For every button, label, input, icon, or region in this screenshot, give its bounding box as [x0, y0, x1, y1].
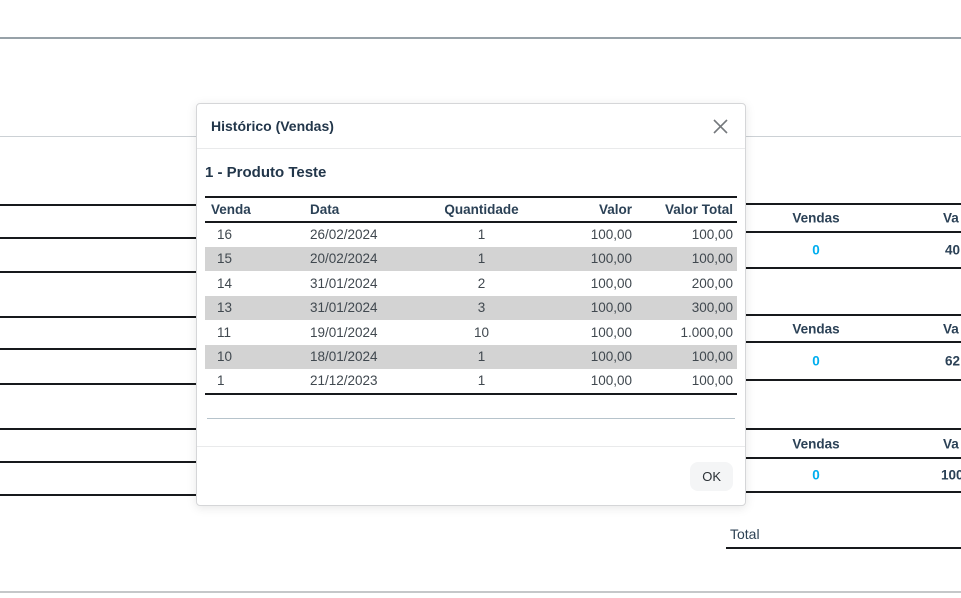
vendas-count-link[interactable]: 0: [746, 354, 886, 369]
background-header-row: Vendas Va: [746, 205, 961, 233]
table-cell: 100,00: [545, 247, 638, 272]
table-cell: 19/01/2024: [303, 320, 418, 345]
table-cell: 1: [418, 222, 545, 247]
table-cell: 100,00: [545, 345, 638, 370]
table-cell: 100,00: [638, 222, 737, 247]
table-cell: 10: [418, 320, 545, 345]
table-row-line: [0, 428, 196, 430]
table-cell: 100,00: [545, 320, 638, 345]
table-row: 1119/01/202410100,001.000,00: [205, 320, 737, 345]
table-cell: 2: [418, 271, 545, 296]
table-row-line: [0, 494, 196, 496]
top-divider: [0, 37, 961, 39]
vendas-column-header: Vendas: [746, 211, 886, 226]
table-row-line: [0, 237, 196, 239]
table-body: 1626/02/20241100,00100,001520/02/2024110…: [205, 222, 737, 394]
vendas-count-link[interactable]: 0: [746, 468, 886, 483]
column-header: Venda: [205, 197, 303, 222]
table-cell: 100,00: [545, 271, 638, 296]
background-header-row: Vendas Va: [746, 316, 961, 343]
column-header: Data: [303, 197, 418, 222]
table-cell: 100,00: [638, 345, 737, 370]
close-icon: [712, 118, 729, 135]
background-value-row: 0 100: [746, 459, 961, 491]
table-row: 1331/01/20243100,00300,00: [205, 296, 737, 321]
column-header: Valor: [545, 197, 638, 222]
screen: Vendas Va 0 40 Vendas Va 0 62 Vendas Va 0 100 Total…: [0, 0, 961, 598]
valor-column-header: Va: [943, 321, 959, 336]
valor-value: 62: [945, 354, 960, 369]
total-row: Total: [726, 523, 961, 549]
table-cell: 100,00: [638, 369, 737, 394]
table-cell: 31/01/2024: [303, 271, 418, 296]
table-cell: 100,00: [545, 369, 638, 394]
valor-value: 40: [945, 243, 960, 258]
table-cell: 1: [418, 369, 545, 394]
table-cell: 1.000,00: [638, 320, 737, 345]
product-title: 1 - Produto Teste: [205, 164, 737, 181]
table-cell: 21/12/2023: [303, 369, 418, 394]
bottom-divider: [0, 591, 961, 593]
table-row: 1520/02/20241100,00100,00: [205, 247, 737, 272]
table-cell: 200,00: [638, 271, 737, 296]
table-row-line: [0, 383, 196, 385]
table-cell: 100,00: [545, 296, 638, 321]
column-header: Valor Total: [638, 197, 737, 222]
column-header: Quantidade: [418, 197, 545, 222]
table-cell: 15: [205, 247, 303, 272]
valor-column-header: Va: [943, 436, 959, 451]
modal-header: Histórico (Vendas): [197, 104, 745, 149]
background-value-row: 0 40: [746, 233, 961, 267]
table-row-line: [0, 348, 196, 350]
table-cell: 100,00: [545, 222, 638, 247]
table-cell: 10: [205, 345, 303, 370]
table-cell: 1: [418, 247, 545, 272]
ok-button[interactable]: OK: [690, 462, 733, 491]
table-header-row: VendaDataQuantidadeValorValor Total: [205, 197, 737, 222]
table-row-line: [0, 316, 196, 318]
background-section: Vendas Va 0 40: [746, 203, 961, 269]
table-row-line: [0, 271, 196, 273]
modal-footer: OK: [197, 446, 745, 505]
body-divider: [207, 418, 735, 419]
table-cell: 1: [418, 345, 545, 370]
vendas-count-link[interactable]: 0: [746, 243, 886, 258]
table-cell: 100,00: [638, 247, 737, 272]
background-section: Vendas Va 0 100: [746, 428, 961, 493]
table-cell: 11: [205, 320, 303, 345]
table-row: 1626/02/20241100,00100,00: [205, 222, 737, 247]
table-row: 1431/01/20242100,00200,00: [205, 271, 737, 296]
background-header-row: Vendas Va: [746, 430, 961, 459]
background-section: Vendas Va 0 62: [746, 314, 961, 381]
table-cell: 16: [205, 222, 303, 247]
table-cell: 1: [205, 369, 303, 394]
close-button[interactable]: [709, 115, 731, 137]
table-cell: 18/01/2024: [303, 345, 418, 370]
table-row: 121/12/20231100,00100,00: [205, 369, 737, 394]
valor-value: 100: [941, 468, 961, 483]
vendas-column-header: Vendas: [746, 321, 886, 336]
modal-title: Histórico (Vendas): [211, 118, 334, 134]
table-cell: 20/02/2024: [303, 247, 418, 272]
modal-body: 1 - Produto Teste VendaDataQuantidadeVal…: [197, 164, 745, 419]
table-cell: 14: [205, 271, 303, 296]
table-row: 1018/01/20241100,00100,00: [205, 345, 737, 370]
valor-column-header: Va: [943, 211, 959, 226]
table-head: VendaDataQuantidadeValorValor Total: [205, 197, 737, 222]
table-cell: 300,00: [638, 296, 737, 321]
table-cell: 13: [205, 296, 303, 321]
table-row-line: [0, 204, 196, 206]
table-row-line: [0, 461, 196, 463]
table-cell: 31/01/2024: [303, 296, 418, 321]
table-cell: 3: [418, 296, 545, 321]
vendas-column-header: Vendas: [746, 436, 886, 451]
historico-vendas-modal: Histórico (Vendas) 1 - Produto Teste Ven…: [196, 103, 746, 506]
background-value-row: 0 62: [746, 343, 961, 379]
sales-history-table: VendaDataQuantidadeValorValor Total 1626…: [205, 196, 737, 395]
table-cell: 26/02/2024: [303, 222, 418, 247]
total-label: Total: [730, 526, 760, 542]
